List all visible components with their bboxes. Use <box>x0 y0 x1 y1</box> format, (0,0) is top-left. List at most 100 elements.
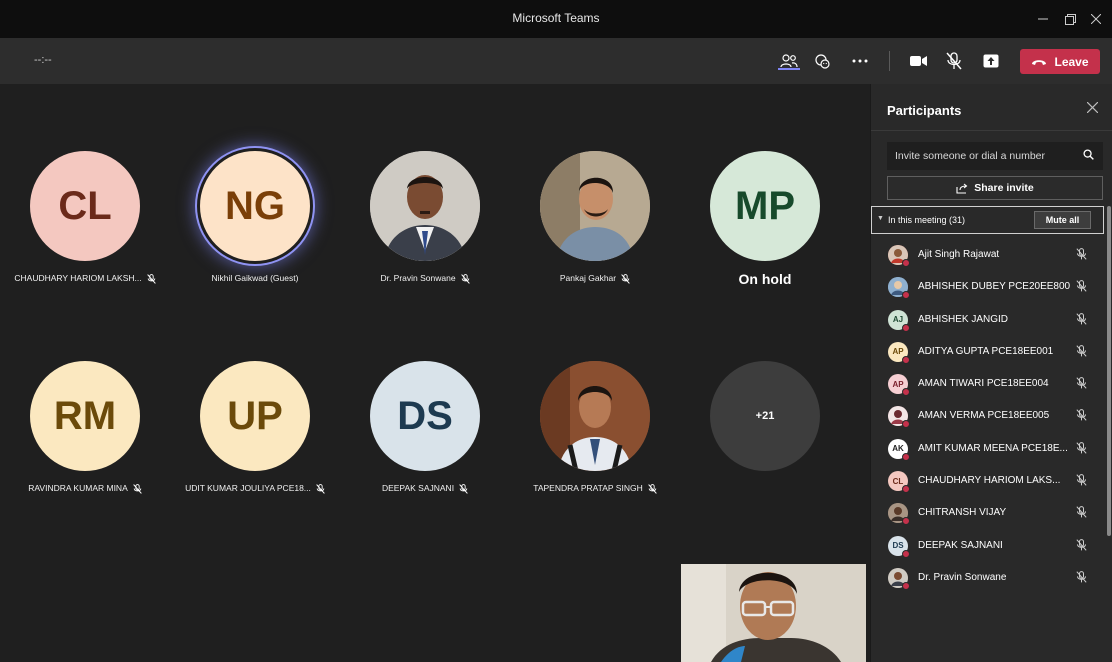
share-icon <box>956 183 968 194</box>
mic-off-icon[interactable] <box>1076 409 1087 422</box>
mic-off-icon[interactable] <box>1076 312 1087 325</box>
participant-name: DEEPAK SAJNANI <box>330 483 520 494</box>
participant-name: AMIT KUMAR MEENA PCE18E... <box>918 442 1068 454</box>
panel-scrollbar[interactable] <box>1107 206 1111 536</box>
maximize-icon[interactable] <box>1057 8 1083 30</box>
divider <box>871 130 1112 131</box>
mic-off-icon <box>647 483 657 494</box>
mic-off-icon[interactable] <box>1076 441 1087 454</box>
participant-row[interactable]: CHITRANSH VIJAY <box>871 496 1107 528</box>
participant-tile[interactable]: MP On hold <box>680 151 850 311</box>
more-actions-button[interactable] <box>846 47 874 75</box>
reactions-button[interactable] <box>808 47 836 75</box>
participant-row[interactable]: ABHISHEK DUBEY PCE20EE800 <box>871 270 1107 302</box>
participant-tile[interactable]: TAPENDRA PRATAP SINGH <box>510 361 680 521</box>
mic-off-icon[interactable] <box>1076 248 1087 260</box>
mic-off-icon <box>946 52 962 70</box>
avatar: CL <box>30 151 140 261</box>
mic-off-icon <box>132 483 142 494</box>
participant-name: CHAUDHARY HARIOM LAKS... <box>918 475 1061 487</box>
camera-button[interactable] <box>905 47 933 75</box>
participant-name: Nikhil Gaikwad (Guest) <box>211 273 299 283</box>
window-title: Microsoft Teams <box>512 11 600 25</box>
microphone-button[interactable] <box>940 47 968 75</box>
avatar: CL <box>888 471 910 494</box>
in-meeting-label: In this meeting (31) <box>888 215 966 225</box>
close-panel-icon[interactable] <box>1086 100 1099 118</box>
participant-row[interactable]: Ajit Singh Rajawat <box>871 238 1107 270</box>
share-invite-label: Share invite <box>974 182 1034 194</box>
panel-title: Participants <box>887 103 962 118</box>
mic-off-icon <box>460 273 470 284</box>
mic-off-icon <box>146 273 156 284</box>
mic-off-icon <box>621 273 630 284</box>
self-video-preview[interactable] <box>681 564 866 662</box>
search-icon[interactable] <box>1083 149 1094 160</box>
leave-button[interactable]: Leave <box>1020 49 1100 74</box>
mic-off-icon[interactable] <box>1076 474 1087 486</box>
participant-tile[interactable]: Dr. Pravin Sonwane <box>340 151 510 311</box>
mic-off-icon[interactable] <box>1076 280 1087 292</box>
avatar <box>888 245 910 267</box>
mic-off-icon[interactable] <box>1076 571 1087 583</box>
participants-button[interactable] <box>775 47 803 75</box>
avatar: AP <box>888 341 910 364</box>
video-camera-icon <box>910 56 927 66</box>
avatar: AJ <box>888 309 910 332</box>
participant-name: ADITYA GUPTA PCE18EE001 <box>918 345 1054 357</box>
participant-row[interactable]: AP ADITYA GUPTA PCE18EE001 <box>871 335 1107 367</box>
on-hold-label: On hold <box>738 271 792 287</box>
video-stage: CL CHAUDHARY HARIOM LAKSH... NG Nikhil G… <box>0 84 870 662</box>
participant-row[interactable]: CL CHAUDHARY HARIOM LAKS... <box>871 464 1107 496</box>
chevron-down-icon[interactable]: ▼ <box>877 215 884 222</box>
participant-name: ABHISHEK DUBEY PCE20EE800 <box>918 281 1071 293</box>
share-invite-button[interactable]: Share invite <box>887 176 1103 200</box>
avatar: DS <box>888 535 910 558</box>
profile-photo <box>540 151 650 261</box>
more-icon <box>852 59 868 63</box>
avatar <box>888 503 910 526</box>
participant-tile[interactable]: RM RAVINDRA KUMAR MINA <box>0 361 170 521</box>
in-meeting-section-header[interactable]: ▼ In this meeting (31) Mute all <box>871 206 1104 234</box>
participant-tile[interactable]: CL CHAUDHARY HARIOM LAKSH... <box>0 151 170 311</box>
participant-row[interactable]: AMAN VERMA PCE18EE005 <box>871 399 1107 431</box>
avatar: AP <box>888 374 910 397</box>
participant-tile[interactable]: UP UDIT KUMAR JOULIYA PCE18... <box>170 361 340 521</box>
participant-row[interactable]: Dr. Pravin Sonwane <box>871 561 1107 593</box>
participant-row[interactable]: DS DEEPAK SAJNANI <box>871 529 1107 561</box>
toolbar-separator <box>889 51 890 71</box>
participant-row[interactable]: AJ ABHISHEK JANGID <box>871 303 1107 335</box>
participant-name: Pankaj Gakhar <box>500 273 690 284</box>
avatar: MP <box>710 151 820 261</box>
mic-off-icon[interactable] <box>1076 506 1087 519</box>
minimize-icon[interactable] <box>1030 8 1056 30</box>
participant-name: UDIT KUMAR JOULIYA PCE18... <box>160 483 350 494</box>
meeting-timer: --:-- <box>34 54 52 66</box>
participant-row[interactable]: AP AMAN TIWARI PCE18EE004 <box>871 367 1107 399</box>
invite-search-input[interactable] <box>887 142 1103 170</box>
mic-off-icon[interactable] <box>1076 377 1087 389</box>
mic-off-icon[interactable] <box>1076 538 1087 551</box>
close-icon[interactable] <box>1083 8 1109 30</box>
mute-all-button[interactable]: Mute all <box>1034 211 1091 229</box>
mic-off-icon[interactable] <box>1076 345 1087 357</box>
participant-list: Ajit Singh Rajawat ABHISHEK DUBEY PCE20E… <box>871 238 1107 593</box>
overflow-tile[interactable]: +21 <box>680 361 850 521</box>
participant-name: Dr. Pravin Sonwane <box>330 273 520 284</box>
participant-tile[interactable]: Pankaj Gakhar <box>510 151 680 311</box>
participant-row[interactable]: AK AMIT KUMAR MEENA PCE18E... <box>871 432 1107 464</box>
avatar: DS <box>370 361 480 471</box>
overflow-count: +21 <box>710 361 820 471</box>
participant-tile[interactable]: NG Nikhil Gaikwad (Guest) <box>170 151 340 311</box>
avatar: RM <box>30 361 140 471</box>
mic-off-icon <box>316 483 325 494</box>
avatar: UP <box>200 361 310 471</box>
mic-off-icon <box>459 483 468 494</box>
participant-tile[interactable]: DS DEEPAK SAJNANI <box>340 361 510 521</box>
title-bar: Microsoft Teams <box>0 0 1112 38</box>
profile-photo <box>370 151 480 261</box>
participant-name: TAPENDRA PRATAP SINGH <box>500 483 690 494</box>
participant-name: DEEPAK SAJNANI <box>918 539 1003 551</box>
share-tray-icon <box>983 54 999 68</box>
share-screen-button[interactable] <box>977 47 1005 75</box>
